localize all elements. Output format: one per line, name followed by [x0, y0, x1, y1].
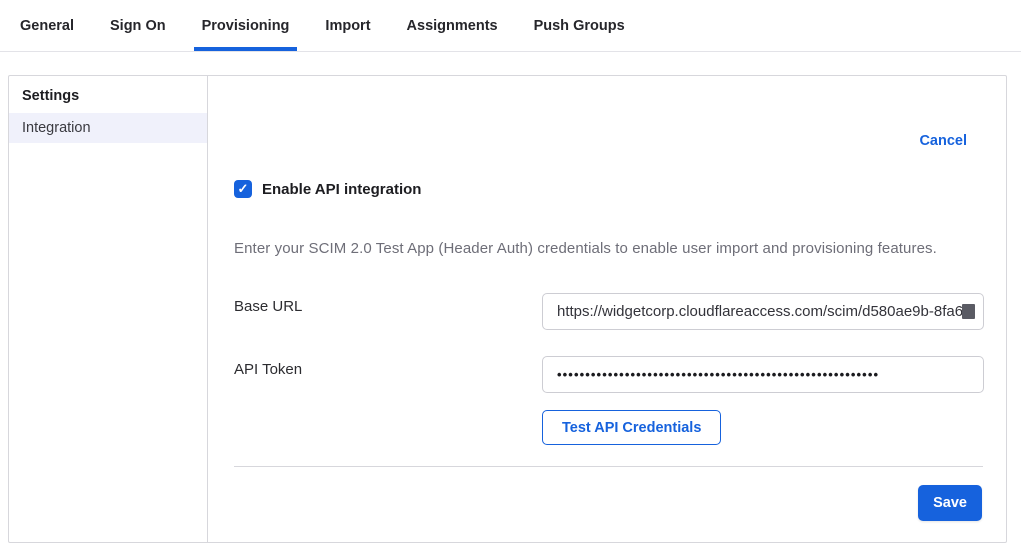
tab-import[interactable]: Import: [317, 0, 378, 51]
enable-api-integration-label: Enable API integration: [262, 181, 421, 198]
cancel-button[interactable]: Cancel: [919, 133, 967, 149]
enable-api-integration-row: ✓ Enable API integration: [234, 180, 421, 198]
credentials-description: Enter your SCIM 2.0 Test App (Header Aut…: [234, 240, 976, 257]
base-url-label: Base URL: [234, 298, 302, 315]
provisioning-panel: Settings Integration Cancel ✓ Enable API…: [8, 75, 1007, 543]
tab-sign-on[interactable]: Sign On: [102, 0, 174, 51]
enable-api-integration-checkbox[interactable]: ✓: [234, 180, 252, 198]
api-token-masked-value: ••••••••••••••••••••••••••••••••••••••••…: [557, 367, 879, 382]
app-tab-bar: General Sign On Provisioning Import Assi…: [0, 0, 1021, 52]
sidebar-header: Settings: [9, 76, 207, 113]
tab-push-groups[interactable]: Push Groups: [526, 0, 633, 51]
integration-settings-content: Cancel ✓ Enable API integration Enter yo…: [208, 76, 1006, 542]
api-token-input[interactable]: ••••••••••••••••••••••••••••••••••••••••…: [542, 356, 984, 393]
tab-general[interactable]: General: [12, 0, 82, 51]
tab-assignments[interactable]: Assignments: [399, 0, 506, 51]
base-url-input[interactable]: https://widgetcorp.cloudflareaccess.com/…: [542, 293, 984, 330]
footer-divider: [234, 466, 983, 467]
settings-sidebar: Settings Integration: [9, 76, 208, 542]
save-button[interactable]: Save: [918, 485, 982, 521]
test-api-credentials-button[interactable]: Test API Credentials: [542, 410, 721, 445]
base-url-value: https://widgetcorp.cloudflareaccess.com/…: [557, 303, 963, 320]
text-overflow-cursor: [962, 304, 975, 319]
tab-provisioning[interactable]: Provisioning: [194, 0, 298, 51]
api-token-label: API Token: [234, 361, 302, 378]
sidebar-item-integration[interactable]: Integration: [9, 113, 207, 143]
